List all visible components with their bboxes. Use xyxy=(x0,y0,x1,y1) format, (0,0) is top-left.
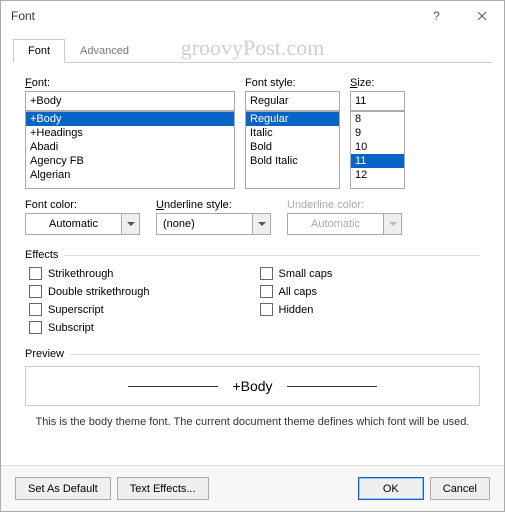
list-item[interactable]: Algerian xyxy=(26,168,234,182)
chevron-down-icon xyxy=(127,222,135,226)
close-button[interactable] xyxy=(459,1,504,31)
font-color-dropdown[interactable]: Automatic xyxy=(25,213,140,235)
tab-font[interactable]: Font xyxy=(13,39,65,63)
list-item[interactable]: 10 xyxy=(351,140,404,154)
underline-style-label: Underline style: xyxy=(156,199,271,211)
font-style-listbox[interactable]: Regular Italic Bold Bold Italic xyxy=(245,111,340,189)
effects-group-title: Effects xyxy=(25,249,58,261)
cancel-button[interactable]: Cancel xyxy=(430,477,490,500)
help-button[interactable]: ? xyxy=(414,1,459,31)
size-input[interactable] xyxy=(350,91,405,111)
checkbox-small-caps[interactable]: Small caps xyxy=(260,267,333,280)
chevron-down-icon xyxy=(258,222,266,226)
window-title: Font xyxy=(11,9,35,23)
font-dialog: Font ? groovyPost.com Font Advanced Font… xyxy=(0,0,505,512)
preview-sample: +Body xyxy=(232,378,272,394)
preview-group-title: Preview xyxy=(25,348,64,360)
underline-color-label: Underline color: xyxy=(287,199,402,211)
list-item[interactable]: Abadi xyxy=(26,140,234,154)
checkbox-strikethrough[interactable]: Strikethrough xyxy=(29,267,150,280)
underline-color-dropdown: Automatic xyxy=(287,213,402,235)
font-style-input[interactable] xyxy=(245,91,340,111)
checkbox-hidden[interactable]: Hidden xyxy=(260,303,333,316)
tab-strip: Font Advanced xyxy=(1,31,504,63)
checkbox-subscript[interactable]: Subscript xyxy=(29,321,150,334)
font-input[interactable] xyxy=(25,91,235,111)
font-style-label: Font style: xyxy=(245,77,340,89)
size-label: Size: xyxy=(350,77,405,89)
checkbox-superscript[interactable]: Superscript xyxy=(29,303,150,316)
font-label: Font: xyxy=(25,77,235,89)
list-item[interactable]: +Body xyxy=(26,112,234,126)
chevron-down-icon xyxy=(389,222,397,226)
checkbox-all-caps[interactable]: All caps xyxy=(260,285,333,298)
list-item[interactable]: 12 xyxy=(351,168,404,182)
preview-description: This is the body theme font. The current… xyxy=(25,416,480,428)
font-color-label: Font color: xyxy=(25,199,140,211)
set-as-default-button[interactable]: Set As Default xyxy=(15,477,111,500)
font-listbox[interactable]: +Body +Headings Abadi Agency FB Algerian xyxy=(25,111,235,189)
list-item[interactable]: 9 xyxy=(351,126,404,140)
tab-advanced[interactable]: Advanced xyxy=(65,39,144,63)
list-item[interactable]: Bold Italic xyxy=(246,154,339,168)
list-item[interactable]: Regular xyxy=(246,112,339,126)
ok-button[interactable]: OK xyxy=(358,477,424,500)
underline-style-dropdown[interactable]: (none) xyxy=(156,213,271,235)
list-item[interactable]: +Headings xyxy=(26,126,234,140)
size-listbox[interactable]: 8 9 10 11 12 xyxy=(350,111,405,189)
titlebar: Font ? xyxy=(1,1,504,31)
list-item[interactable]: Bold xyxy=(246,140,339,154)
preview-box: +Body xyxy=(25,366,480,406)
text-effects-button[interactable]: Text Effects... xyxy=(117,477,209,500)
list-item[interactable]: 8 xyxy=(351,112,404,126)
dialog-button-bar: Set As Default Text Effects... OK Cancel xyxy=(1,465,504,511)
checkbox-double-strikethrough[interactable]: Double strikethrough xyxy=(29,285,150,298)
close-icon xyxy=(477,11,487,21)
list-item[interactable]: 11 xyxy=(351,154,404,168)
list-item[interactable]: Agency FB xyxy=(26,154,234,168)
list-item[interactable]: Italic xyxy=(246,126,339,140)
